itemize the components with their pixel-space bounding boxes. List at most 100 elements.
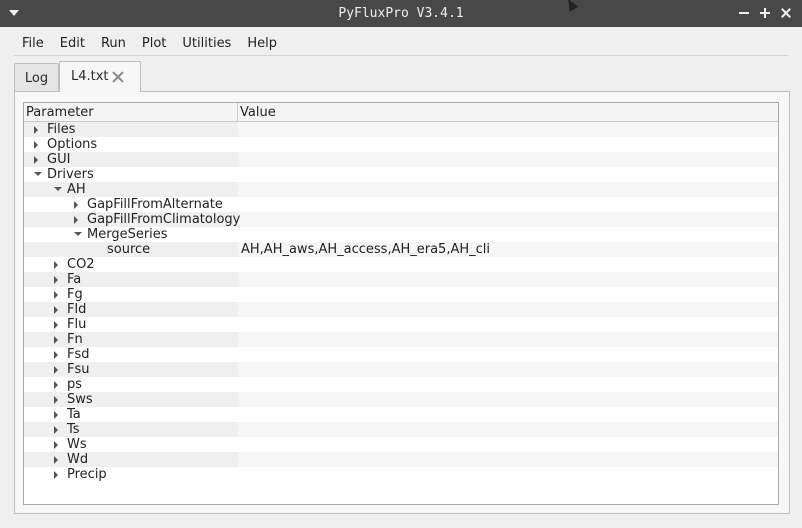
tree-row[interactable]: Wd <box>24 452 778 467</box>
collapsed-arrow-icon[interactable] <box>54 471 58 479</box>
collapsed-arrow-icon[interactable] <box>74 216 78 224</box>
tree-row[interactable]: Fsu <box>24 362 778 377</box>
menu-file[interactable]: File <box>14 33 52 55</box>
tree-row[interactable]: Fsd <box>24 347 778 362</box>
value-cell <box>238 347 778 362</box>
column-header-parameter[interactable]: Parameter <box>24 103 238 122</box>
tree-row[interactable]: Fa <box>24 272 778 287</box>
collapsed-arrow-icon[interactable] <box>54 336 58 344</box>
value-cell <box>238 212 778 227</box>
tree-row[interactable]: Fn <box>24 332 778 347</box>
collapsed-arrow-icon[interactable] <box>54 426 58 434</box>
collapsed-arrow-icon[interactable] <box>54 411 58 419</box>
collapsed-arrow-icon[interactable] <box>54 456 58 464</box>
column-header-value[interactable]: Value <box>238 103 778 122</box>
minimize-icon[interactable] <box>735 4 753 22</box>
row-label: Sws <box>67 392 93 407</box>
window-title: PyFluxPro V3.4.1 <box>338 6 464 21</box>
collapsed-arrow-icon[interactable] <box>54 276 58 284</box>
row-label: CO2 <box>67 257 95 272</box>
value-cell <box>238 272 778 287</box>
tree-row[interactable]: Precip <box>24 467 778 482</box>
tree-row[interactable]: Ta <box>24 407 778 422</box>
collapsed-arrow-icon[interactable] <box>54 366 58 374</box>
tree-row[interactable]: Options <box>24 137 778 152</box>
menu-plot[interactable]: Plot <box>134 33 175 55</box>
maximize-icon[interactable] <box>756 4 774 22</box>
row-label: source <box>107 242 151 257</box>
value-cell <box>238 152 778 167</box>
collapsed-arrow-icon[interactable] <box>54 396 58 404</box>
row-label: Files <box>47 122 76 137</box>
tree-row[interactable]: MergeSeries <box>24 227 778 242</box>
row-label: Ta <box>67 407 81 422</box>
expanded-arrow-icon[interactable] <box>54 187 62 191</box>
value-cell <box>238 467 778 482</box>
value-cell <box>238 167 778 182</box>
row-value[interactable]: AH,AH_aws,AH_access,AH_era5,AH_cli <box>241 242 490 257</box>
value-cell <box>238 197 778 212</box>
menu-utilities[interactable]: Utilities <box>174 33 239 55</box>
row-label: Fld <box>67 302 87 317</box>
collapsed-arrow-icon[interactable] <box>74 201 78 209</box>
tab-log-label: Log <box>24 71 49 86</box>
tree-row[interactable]: CO2 <box>24 257 778 272</box>
tree-row[interactable]: Drivers <box>24 167 778 182</box>
tree-row[interactable]: Files <box>24 122 778 137</box>
tree-row[interactable]: Flu <box>24 317 778 332</box>
tab-log[interactable]: Log <box>14 63 59 91</box>
collapsed-arrow-icon[interactable] <box>54 351 58 359</box>
collapsed-arrow-icon[interactable] <box>54 441 58 449</box>
expanded-arrow-icon[interactable] <box>74 232 82 236</box>
value-cell <box>238 452 778 467</box>
close-tab-icon[interactable] <box>112 71 124 83</box>
value-cell <box>238 377 778 392</box>
menu-help[interactable]: Help <box>239 33 285 55</box>
value-cell <box>238 182 778 197</box>
collapsed-arrow-icon[interactable] <box>54 381 58 389</box>
row-label: Fsd <box>67 347 90 362</box>
row-label: GapFillFromAlternate <box>87 197 223 212</box>
title-bar: PyFluxPro V3.4.1 <box>0 0 802 27</box>
collapsed-arrow-icon[interactable] <box>54 291 58 299</box>
row-label: Precip <box>67 467 107 482</box>
expanded-arrow-icon[interactable] <box>34 172 42 176</box>
row-label: Fsu <box>67 362 90 377</box>
menu-divider <box>14 55 788 56</box>
menu-edit[interactable]: Edit <box>52 33 93 55</box>
tree-row[interactable]: source AH,AH_aws,AH_access,AH_era5,AH_cli <box>24 242 778 257</box>
collapsed-arrow-icon[interactable] <box>34 141 38 149</box>
collapsed-arrow-icon[interactable] <box>34 156 38 164</box>
tree-row[interactable]: AH <box>24 182 778 197</box>
row-label: Ws <box>67 437 87 452</box>
tree-row[interactable]: Ws <box>24 437 778 452</box>
parameter-tree[interactable]: Parameter Value Files Options GUI Drivers AH… <box>23 102 779 505</box>
value-cell <box>238 287 778 302</box>
value-cell <box>238 137 778 152</box>
tree-row[interactable]: Sws <box>24 392 778 407</box>
row-label: ps <box>67 377 83 392</box>
collapsed-arrow-icon[interactable] <box>54 321 58 329</box>
tree-row[interactable]: ps <box>24 377 778 392</box>
value-cell <box>238 122 778 137</box>
row-label: GapFillFromClimatology <box>87 212 241 227</box>
tree-row[interactable]: GapFillFromClimatology <box>24 212 778 227</box>
tree-row[interactable]: Ts <box>24 422 778 437</box>
row-label: Flu <box>67 317 87 332</box>
tree-rows: Files Options GUI Drivers AH GapFillFromAlter… <box>24 122 778 482</box>
close-window-icon[interactable] <box>777 4 795 22</box>
tree-row[interactable]: GapFillFromAlternate <box>24 197 778 212</box>
collapsed-arrow-icon[interactable] <box>54 261 58 269</box>
menu-run[interactable]: Run <box>93 33 134 55</box>
collapsed-arrow-icon[interactable] <box>54 306 58 314</box>
tab-l4-txt[interactable]: L4.txt <box>59 61 141 92</box>
tree-row[interactable]: Fg <box>24 287 778 302</box>
row-label: Fg <box>67 287 83 302</box>
row-label: Fa <box>67 272 82 287</box>
tree-row[interactable]: GUI <box>24 152 778 167</box>
value-cell <box>238 437 778 452</box>
value-cell <box>238 257 778 272</box>
collapsed-arrow-icon[interactable] <box>34 126 38 134</box>
row-label: GUI <box>47 152 71 167</box>
tree-row[interactable]: Fld <box>24 302 778 317</box>
